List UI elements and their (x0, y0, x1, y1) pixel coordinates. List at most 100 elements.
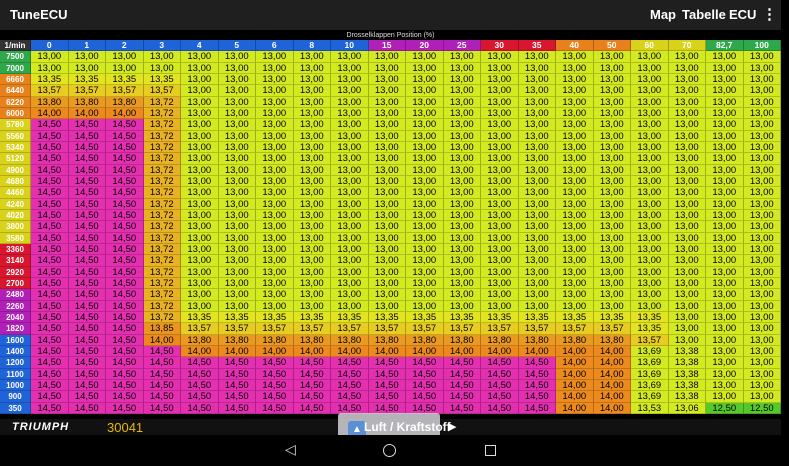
map-cell[interactable]: 14,50 (106, 141, 144, 154)
map-cell[interactable]: 13,00 (706, 221, 744, 233)
map-cell[interactable]: 13,00 (743, 289, 781, 301)
map-cell[interactable]: 14,50 (31, 300, 69, 312)
map-cell[interactable]: 13,00 (631, 187, 669, 199)
map-cell[interactable]: 13,00 (518, 119, 556, 131)
map-cell[interactable]: 13,00 (668, 164, 706, 176)
map-cell[interactable]: 13,00 (593, 107, 631, 120)
map-cell[interactable]: 14,50 (31, 357, 69, 369)
map-cell[interactable]: 13,00 (668, 266, 706, 278)
map-cell[interactable]: 13,00 (743, 311, 781, 324)
map-cell[interactable]: 13,00 (218, 164, 256, 176)
map-cell[interactable]: 14,50 (68, 311, 106, 324)
map-cell[interactable]: 13,72 (143, 187, 181, 199)
map-cell[interactable]: 14,50 (406, 379, 444, 392)
map-cell[interactable]: 13,00 (293, 187, 331, 199)
map-cell[interactable]: 13,00 (743, 62, 781, 74)
map-cell[interactable]: 13,00 (668, 289, 706, 301)
map-cell[interactable]: 13,00 (668, 323, 706, 335)
map-cell[interactable]: 13,00 (443, 243, 481, 256)
map-cell[interactable]: 13,00 (743, 345, 781, 358)
map-cell[interactable]: 13,00 (518, 141, 556, 154)
map-cell[interactable]: 13,00 (181, 85, 219, 97)
map-cell[interactable]: 13,00 (556, 277, 594, 290)
map-cell[interactable]: 13,00 (443, 153, 481, 165)
back-icon[interactable]: ◁ (285, 441, 296, 458)
map-cell[interactable]: 13,00 (443, 141, 481, 154)
recent-apps-icon[interactable] (485, 445, 496, 456)
map-cell[interactable]: 13,00 (406, 130, 444, 142)
map-cell[interactable]: 13,00 (706, 266, 744, 278)
map-cell[interactable]: 13,00 (368, 209, 406, 222)
map-cell[interactable]: 13,00 (331, 85, 369, 97)
map-cell[interactable]: 13,00 (518, 232, 556, 244)
map-cell[interactable]: 13,00 (293, 232, 331, 244)
map-cell[interactable]: 13,00 (293, 107, 331, 120)
map-cell[interactable]: 13,00 (293, 73, 331, 86)
map-cell[interactable]: 14,50 (106, 379, 144, 392)
column-header[interactable]: 15 (368, 40, 406, 52)
map-cell[interactable]: 13,00 (556, 255, 594, 267)
map-cell[interactable]: 13,00 (256, 96, 294, 108)
map-cell[interactable]: 13,00 (293, 85, 331, 97)
column-header[interactable]: 50 (593, 40, 631, 52)
map-cell[interactable]: 14,50 (31, 153, 69, 165)
map-cell[interactable]: 13,00 (668, 62, 706, 74)
map-cell[interactable]: 13,00 (518, 289, 556, 301)
map-cell[interactable]: 13,00 (218, 130, 256, 142)
map-cell[interactable]: 13,57 (556, 323, 594, 335)
map-cell[interactable]: 13,80 (106, 96, 144, 108)
map-cell[interactable]: 13,38 (668, 368, 706, 380)
map-cell[interactable]: 13,00 (331, 175, 369, 188)
rpm-label[interactable]: 1000 (0, 379, 31, 392)
map-cell[interactable]: 13,57 (631, 334, 669, 346)
map-cell[interactable]: 13,00 (481, 232, 519, 244)
map-cell[interactable]: 14,50 (31, 119, 69, 131)
map-cell[interactable]: 13,00 (556, 153, 594, 165)
map-cell[interactable]: 13,00 (706, 243, 744, 256)
map-cell[interactable]: 13,00 (668, 153, 706, 165)
map-cell[interactable]: 13,00 (293, 289, 331, 301)
map-cell[interactable]: 14,50 (143, 402, 181, 414)
map-cell[interactable]: 13,00 (593, 209, 631, 222)
map-cell[interactable]: 13,80 (406, 334, 444, 346)
map-cell[interactable]: 14,50 (68, 243, 106, 256)
map-cell[interactable]: 13,00 (293, 153, 331, 165)
map-cell[interactable]: 14,50 (443, 379, 481, 392)
map-cell[interactable]: 14,50 (68, 164, 106, 176)
map-cell[interactable]: 13,00 (706, 323, 744, 335)
rpm-label[interactable]: 6000 (0, 107, 31, 120)
map-cell[interactable]: 13,00 (293, 198, 331, 210)
map-cell[interactable]: 14,00 (556, 345, 594, 358)
map-cell[interactable]: 14,50 (256, 391, 294, 403)
map-cell[interactable]: 14,50 (106, 209, 144, 222)
map-cell[interactable]: 13,00 (443, 289, 481, 301)
map-cell[interactable]: 13,00 (443, 130, 481, 142)
map-cell[interactable]: 12,50 (706, 402, 744, 414)
map-cell[interactable]: 13,00 (406, 232, 444, 244)
map-cell[interactable]: 13,00 (668, 255, 706, 267)
map-cell[interactable]: 13,00 (331, 130, 369, 142)
map-cell[interactable]: 13,00 (556, 62, 594, 74)
map-cell[interactable]: 14,50 (106, 198, 144, 210)
map-cell[interactable]: 14,50 (68, 187, 106, 199)
map-cell[interactable]: 13,69 (631, 379, 669, 392)
map-cell[interactable]: 13,00 (256, 243, 294, 256)
map-cell[interactable]: 13,00 (256, 164, 294, 176)
map-cell[interactable]: 13,00 (706, 345, 744, 358)
map-cell[interactable]: 13,00 (743, 51, 781, 63)
map-cell[interactable]: 13,00 (181, 130, 219, 142)
map-cell[interactable]: 14,00 (368, 345, 406, 358)
map-cell[interactable]: 13,00 (668, 187, 706, 199)
map-cell[interactable]: 13,80 (331, 334, 369, 346)
map-cell[interactable]: 14,50 (31, 209, 69, 222)
map-cell[interactable]: 13,00 (331, 209, 369, 222)
map-cell[interactable]: 13,00 (218, 266, 256, 278)
map-cell[interactable]: 13,00 (631, 107, 669, 120)
map-cell[interactable]: 14,50 (31, 402, 69, 414)
map-cell[interactable]: 13,00 (743, 107, 781, 120)
map-cell[interactable]: 13,35 (331, 311, 369, 324)
map-cell[interactable]: 13,00 (181, 221, 219, 233)
map-cell[interactable]: 13,00 (743, 277, 781, 290)
map-cell[interactable]: 13,00 (256, 130, 294, 142)
map-cell[interactable]: 13,35 (143, 73, 181, 86)
